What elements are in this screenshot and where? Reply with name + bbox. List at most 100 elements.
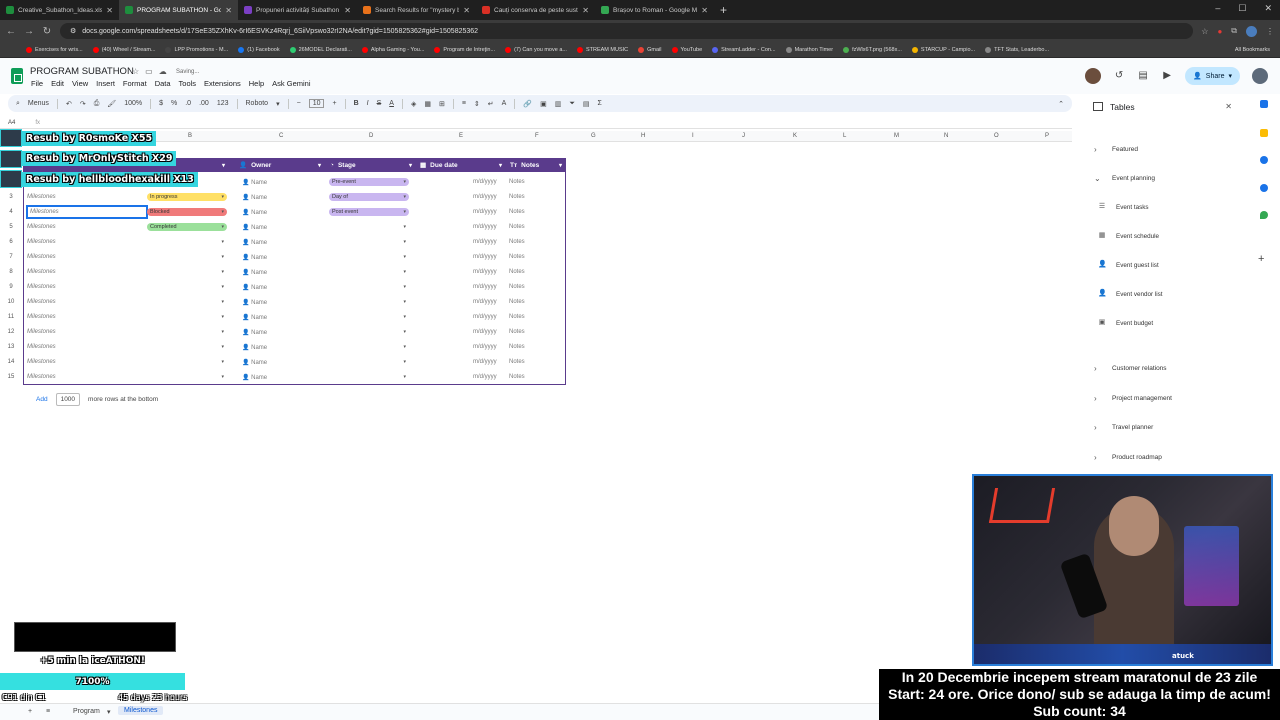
column-header-o[interactable]: O — [994, 133, 999, 139]
menu-item-view[interactable]: View — [72, 79, 88, 88]
share-dropdown-icon[interactable]: ▾ — [1228, 72, 1232, 80]
owner-cell[interactable]: 👤 Name — [242, 179, 267, 186]
table-row[interactable]: Milestones ▾ 👤 Name ▾ m/d/yyyy Notes — [23, 370, 566, 385]
redo-icon[interactable]: ↷ — [80, 100, 86, 108]
notes-cell[interactable]: Notes — [509, 239, 525, 245]
task-cell[interactable]: Milestones — [27, 314, 56, 320]
all-bookmarks[interactable]: All Bookmarks — [1235, 47, 1270, 53]
add-sheet-icon[interactable]: + — [28, 708, 32, 715]
row-number[interactable]: 14 — [0, 359, 22, 365]
table-row[interactable]: Milestones ▾ 👤 Name ▾ m/d/yyyy Notes — [23, 325, 566, 340]
calendar-app-icon[interactable] — [1260, 100, 1268, 108]
status-chip[interactable]: ▾ — [147, 283, 227, 291]
notes-cell[interactable]: Notes — [509, 254, 525, 260]
notes-cell[interactable]: Notes — [509, 314, 525, 320]
reload-icon[interactable]: ↻ — [42, 26, 52, 37]
align-icon[interactable]: ≡ — [462, 100, 466, 107]
back-icon[interactable]: ← — [6, 26, 16, 37]
owner-cell[interactable]: 👤 Name — [242, 344, 267, 351]
url-field[interactable]: ⚙ docs.google.com/spreadsheets/d/17SeE35… — [60, 23, 1194, 39]
status-chip[interactable]: ▾ — [147, 238, 227, 246]
column-header-p[interactable]: P — [1045, 133, 1049, 139]
account-avatar[interactable] — [1252, 68, 1268, 84]
font-size-decrease[interactable]: − — [297, 100, 301, 107]
row-number[interactable]: 10 — [0, 299, 22, 305]
status-chip[interactable]: ▾ — [147, 268, 227, 276]
bookmark-item[interactable]: (40) Wheel / Stream... — [92, 46, 155, 53]
row-number[interactable]: 11 — [0, 314, 22, 320]
due-cell[interactable]: m/d/yyyy — [473, 239, 497, 245]
table-row[interactable]: Milestones ▾ 👤 Name ▾ m/d/yyyy Notes — [23, 340, 566, 355]
side-section-product-roadmap[interactable]: › Product roadmap — [1094, 453, 1162, 462]
status-chip[interactable]: ▾ — [147, 358, 227, 366]
close-tab-icon[interactable]: ✕ — [701, 6, 708, 15]
due-cell[interactable]: m/d/yyyy — [473, 374, 497, 380]
menu-item-tools[interactable]: Tools — [179, 79, 197, 88]
wrap-icon[interactable]: ↵ — [488, 100, 494, 108]
zoom-select[interactable]: 100% — [124, 100, 142, 107]
merge-icon[interactable]: ⊞ — [439, 100, 445, 108]
meet-icon[interactable]: ▶ — [1161, 70, 1173, 82]
menu-item-extensions[interactable]: Extensions — [204, 79, 241, 88]
due-cell[interactable]: m/d/yyyy — [473, 314, 497, 320]
stage-chip[interactable]: Day of ▾ — [329, 193, 409, 201]
new-tab-button[interactable]: + — [720, 3, 727, 17]
notes-cell[interactable]: Notes — [509, 344, 525, 350]
stage-chip[interactable]: Post event ▾ — [329, 208, 409, 216]
stage-chip[interactable]: ▾ — [329, 373, 409, 381]
star-icon[interactable]: ☆ — [132, 67, 139, 76]
notes-cell[interactable]: Notes — [509, 269, 525, 275]
template-item[interactable]: ☰ Event tasks — [1098, 203, 1149, 211]
status-chip[interactable]: ▾ — [147, 253, 227, 261]
number-format-button[interactable]: 123 — [217, 100, 229, 107]
side-section-travel-planner[interactable]: › Travel planner — [1094, 423, 1153, 432]
stage-chip[interactable]: ▾ — [329, 238, 409, 246]
browser-tab[interactable]: Creative_Subathon_Ideas.xlsx ✕ — [0, 0, 119, 20]
stage-chip[interactable]: Pre-event ▾ — [329, 178, 409, 186]
table-row[interactable]: Milestones ▾ 👤 Name ▾ m/d/yyyy Notes — [23, 250, 566, 265]
row-number[interactable]: 13 — [0, 344, 22, 350]
template-item[interactable]: ▣ Event budget — [1098, 319, 1153, 327]
row-number[interactable]: 4 — [0, 209, 22, 215]
row-number[interactable]: 6 — [0, 239, 22, 245]
bookmark-item[interactable]: STARCUP - Campio... — [911, 46, 975, 53]
status-chip[interactable]: ▾ — [147, 343, 227, 351]
bookmark-item[interactable]: (7) Can you move a... — [505, 46, 567, 53]
side-section-event-planning[interactable]: ⌄ Event planning — [1094, 174, 1155, 183]
row-number[interactable]: 15 — [0, 374, 22, 380]
owner-cell[interactable]: 👤 Name — [242, 254, 267, 261]
chart-icon[interactable]: ▥ — [555, 100, 562, 108]
close-tab-icon[interactable]: ✕ — [106, 6, 113, 15]
bookmark-item[interactable]: fzWlx6T.png (568x... — [843, 46, 902, 53]
task-cell[interactable]: Milestones — [27, 299, 56, 305]
add-addon-icon[interactable]: + — [1258, 253, 1264, 265]
filter-views-icon[interactable]: ▤ — [583, 100, 590, 108]
due-cell[interactable]: m/d/yyyy — [473, 269, 497, 275]
owner-header[interactable]: 👤 Owner ▾ — [235, 158, 325, 172]
bookmark-star-icon[interactable]: ☆ — [1201, 27, 1208, 36]
due-cell[interactable]: m/d/yyyy — [473, 344, 497, 350]
task-cell[interactable]: Milestones — [26, 205, 148, 219]
status-chip[interactable]: ▾ — [147, 328, 227, 336]
italic-icon[interactable]: I — [367, 100, 369, 107]
fill-color-icon[interactable]: ◈ — [411, 100, 416, 108]
row-number[interactable]: 8 — [0, 269, 22, 275]
column-header-i[interactable]: I — [692, 133, 694, 139]
borders-icon[interactable]: ▦ — [424, 100, 431, 108]
due-cell[interactable]: m/d/yyyy — [473, 194, 497, 200]
table-row[interactable]: Milestones Blocked ▾ 👤 Name Post event ▾ m/d/y… — [23, 205, 566, 220]
bold-icon[interactable]: B — [354, 100, 359, 107]
task-cell[interactable]: Milestones — [27, 284, 56, 290]
maps-icon[interactable] — [1260, 211, 1268, 219]
table-row[interactable]: Milestones ▾ 👤 Name ▾ m/d/yyyy Notes — [23, 280, 566, 295]
task-cell[interactable]: Milestones — [27, 329, 56, 335]
side-section-project-management[interactable]: › Project management — [1094, 394, 1172, 403]
bookmark-item[interactable]: StreamLadder - Con... — [712, 46, 776, 53]
task-cell[interactable]: Milestones — [27, 254, 56, 260]
menu-item-help[interactable]: Help — [249, 79, 264, 88]
sheet-tab-milestones[interactable]: Milestones — [118, 706, 164, 715]
percent-button[interactable]: % — [171, 100, 177, 107]
rotate-icon[interactable]: A — [502, 100, 507, 107]
due-cell[interactable]: m/d/yyyy — [473, 254, 497, 260]
print-icon[interactable]: ⎙ — [94, 100, 100, 108]
